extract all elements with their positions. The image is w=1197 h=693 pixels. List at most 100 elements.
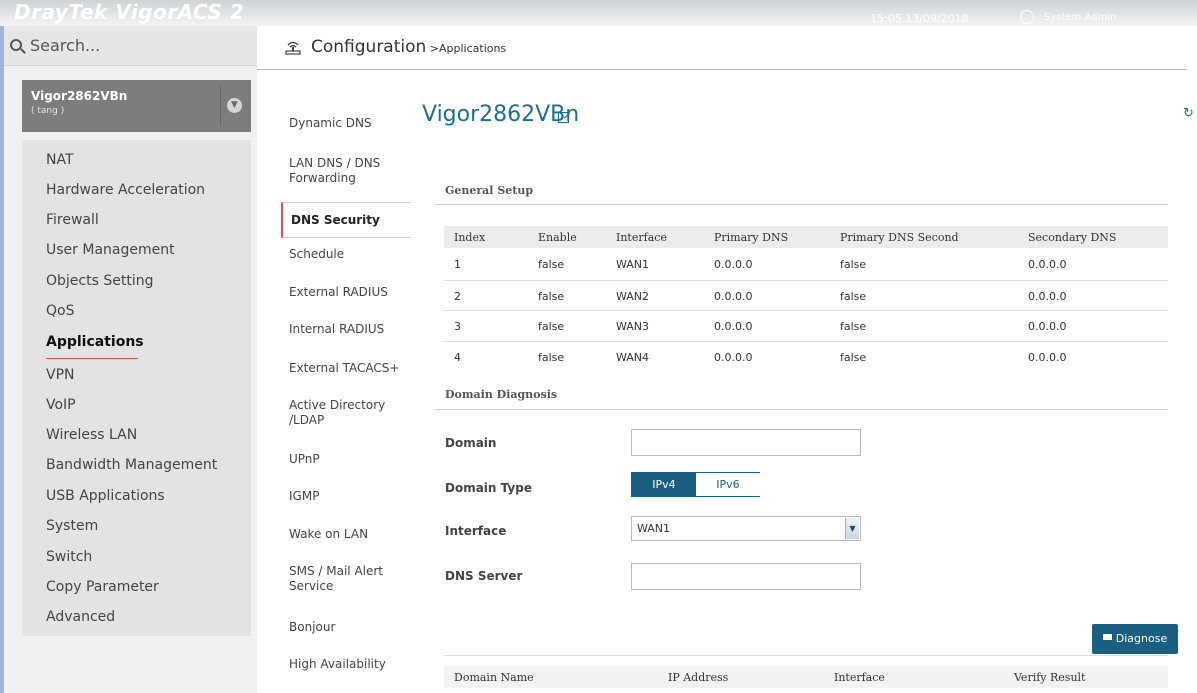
cell-primary-dns-second: false <box>840 320 867 333</box>
column-header-secondary-dns: Secondary DNS <box>1028 231 1117 244</box>
search-input[interactable]: Search... <box>30 36 100 55</box>
sidebar-menu: NAT Hardware Acceleration Firewall User … <box>22 140 251 636</box>
cell-secondary-dns: 0.0.0.0 <box>1028 258 1067 271</box>
nav-external-radius[interactable]: External RADIUS <box>281 285 411 300</box>
cell-enable: false <box>538 290 565 303</box>
domain-diagnosis-title: Domain Diagnosis <box>445 388 558 401</box>
dns-server-label: DNS Server <box>445 569 523 583</box>
cell-interface: WAN3 <box>616 320 650 333</box>
user-icon <box>1020 10 1034 24</box>
interface-select[interactable]: WAN1 ▼ <box>631 516 861 541</box>
sidebar-item-bandwidth-management[interactable]: Bandwidth Management <box>46 457 217 473</box>
save-icon <box>1102 634 1112 643</box>
row-divider <box>444 280 1168 281</box>
column-header-primary-dns: Primary DNS <box>714 231 789 244</box>
search-icon <box>10 39 22 51</box>
sidebar-item-applications[interactable]: Applications <box>46 334 144 350</box>
domain-type-ipv4-button[interactable]: IPv4 <box>632 473 696 496</box>
chevron-down-icon[interactable]: ▼ <box>845 518 859 539</box>
sidebar-search[interactable]: Search... <box>4 26 257 66</box>
sidebar-item-vpn[interactable]: VPN <box>46 367 75 383</box>
device-title: Vigor2862VBn <box>422 102 580 127</box>
nav-sms-mail-alert-service[interactable]: SMS / Mail Alert Service <box>281 564 391 594</box>
cell-primary-dns: 0.0.0.0 <box>714 258 753 271</box>
cell-primary-dns-second: false <box>840 290 867 303</box>
cell-interface: WAN2 <box>616 290 650 303</box>
page-title-text: Configuration <box>311 37 427 57</box>
sidebar-item-qos[interactable]: QoS <box>46 303 74 319</box>
sidebar-item-hardware-acceleration[interactable]: Hardware Acceleration <box>46 182 205 198</box>
refresh-icon[interactable]: ↻ <box>1183 106 1194 121</box>
sidebar-item-usb-applications[interactable]: USB Applications <box>46 488 165 504</box>
sidebar-item-nat[interactable]: NAT <box>46 152 74 168</box>
column-header-domain-name: Domain Name <box>454 671 534 684</box>
diagnose-button-label: Diagnose <box>1115 632 1168 645</box>
nav-dns-security[interactable]: DNS Security <box>281 202 411 238</box>
nav-upnp[interactable]: UPnP <box>281 452 411 467</box>
cell-secondary-dns: 0.0.0.0 <box>1028 320 1067 333</box>
header-user[interactable]: System.Admin <box>1020 10 1116 24</box>
sidebar-item-copy-parameter[interactable]: Copy Parameter <box>46 579 159 595</box>
cell-enable: false <box>538 351 565 364</box>
cell-interface: WAN4 <box>616 351 650 364</box>
general-setup-divider <box>435 204 1168 205</box>
nav-wake-on-lan[interactable]: Wake on LAN <box>281 527 411 542</box>
cell-secondary-dns: 0.0.0.0 <box>1028 351 1067 364</box>
sidebar-item-user-management[interactable]: User Management <box>46 242 175 258</box>
domain-type-ipv6-button[interactable]: IPv6 <box>696 473 760 496</box>
device-selector[interactable]: Vigor2862VBn ( tang ) ▼ <box>22 80 251 132</box>
interface-select-value: WAN1 <box>637 522 671 535</box>
external-link-icon[interactable] <box>558 112 569 123</box>
nav-active-directory-ldap[interactable]: Active Directory /LDAP <box>281 398 391 428</box>
cell-enable: false <box>538 320 565 333</box>
nav-bonjour[interactable]: Bonjour <box>281 620 411 635</box>
device-subtitle: ( tang ) <box>31 106 65 116</box>
domain-label: Domain <box>445 436 497 450</box>
column-header-interface: Interface <box>616 231 667 244</box>
nav-lan-dns-forwarding[interactable]: LAN DNS / DNS Forwarding <box>281 156 411 186</box>
cell-index: 3 <box>454 320 461 333</box>
active-item-underline <box>46 358 138 359</box>
dns-server-input[interactable] <box>631 563 861 590</box>
sidebar-item-firewall[interactable]: Firewall <box>46 212 99 228</box>
column-header-ip-address: IP Address <box>668 671 729 684</box>
row-divider <box>444 310 1168 311</box>
sidebar-item-objects-setting[interactable]: Objects Setting <box>46 273 153 289</box>
domain-input[interactable] <box>631 429 861 456</box>
chevron-down-icon[interactable]: ▼ <box>227 98 242 113</box>
column-header-index: Index <box>454 231 486 244</box>
sidebar-item-advanced[interactable]: Advanced <box>46 609 115 625</box>
row-divider <box>444 341 1168 342</box>
general-setup-title: General Setup <box>445 184 534 197</box>
main-content: Vigor2862VBn ↻ General Setup Index Enabl… <box>411 96 1197 693</box>
nav-dynamic-dns[interactable]: Dynamic DNS <box>281 116 411 131</box>
domain-type-toggle: IPv4 IPv6 <box>631 472 760 497</box>
nav-high-availability[interactable]: High Availability <box>281 657 411 672</box>
nav-schedule[interactable]: Schedule <box>281 247 411 262</box>
cell-primary-dns: 0.0.0.0 <box>714 320 753 333</box>
sidebar-item-voip[interactable]: VoIP <box>46 397 76 413</box>
cell-primary-dns-second: false <box>840 351 867 364</box>
cell-interface: WAN1 <box>616 258 650 271</box>
column-header-enable: Enable <box>538 231 577 244</box>
results-divider <box>444 655 1168 656</box>
results-header-row: Domain Name IP Address Interface Verify … <box>444 666 1168 688</box>
configuration-icon <box>285 41 301 55</box>
nav-igmp[interactable]: IGMP <box>281 489 411 504</box>
nav-external-tacacs[interactable]: External TACACS+ <box>281 361 411 376</box>
cell-index: 1 <box>454 258 461 271</box>
page-title: Configuration >Applications <box>311 37 506 57</box>
sidebar-item-switch[interactable]: Switch <box>46 549 92 565</box>
nav-internal-radius[interactable]: Internal RADIUS <box>281 322 411 337</box>
domain-diagnosis-divider <box>435 409 1168 410</box>
applications-nav: Dynamic DNS LAN DNS / DNS Forwarding DNS… <box>281 96 411 693</box>
column-header-verify-result: Verify Result <box>1014 671 1086 684</box>
sidebar-item-system[interactable]: System <box>46 518 98 534</box>
top-header: DrayTek VigorACS 2 15:05 13/09/2018 Syst… <box>0 0 1197 26</box>
breadcrumb-sub: >Applications <box>426 42 507 55</box>
header-datetime: 15:05 13/09/2018 <box>870 12 969 25</box>
diagnose-button[interactable]: Diagnose <box>1092 624 1178 654</box>
device-name: Vigor2862VBn <box>31 89 128 103</box>
general-setup-header-row: Index Enable Interface Primary DNS Prima… <box>444 226 1168 248</box>
sidebar-item-wireless-lan[interactable]: Wireless LAN <box>46 427 137 443</box>
